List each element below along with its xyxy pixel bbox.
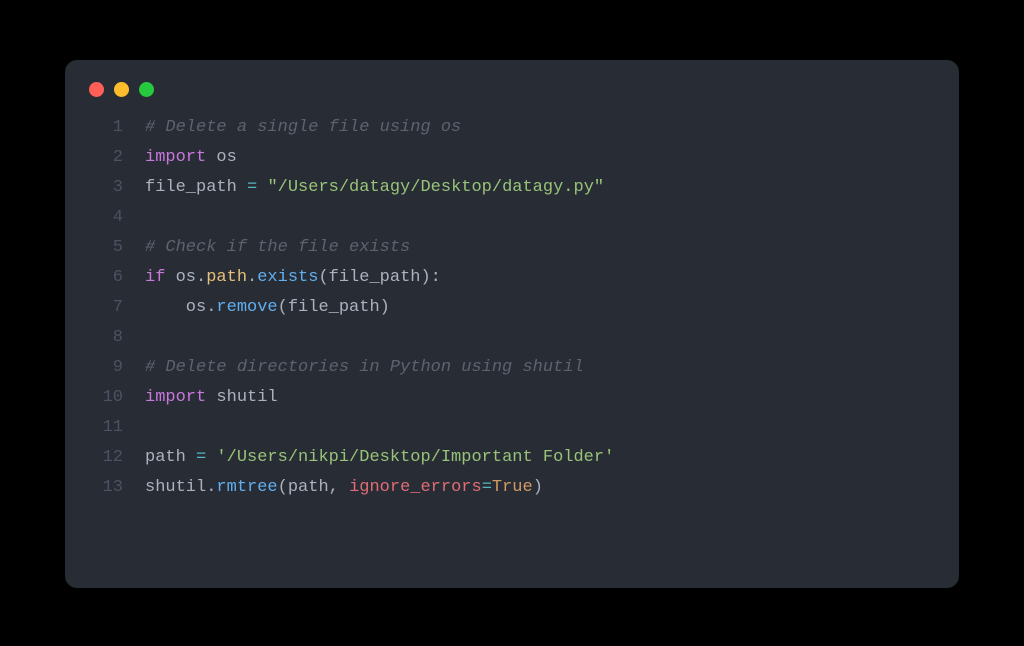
code-token: shutil bbox=[216, 388, 277, 407]
code-token: remove bbox=[216, 298, 277, 317]
code-token: . bbox=[247, 268, 257, 287]
code-token: rmtree bbox=[216, 478, 277, 497]
code-token: ( bbox=[278, 478, 288, 497]
code-line: 13shutil.rmtree(path, ignore_errors=True… bbox=[65, 473, 959, 503]
code-token bbox=[206, 448, 216, 467]
code-token: . bbox=[206, 298, 216, 317]
code-token: ignore_errors bbox=[349, 478, 482, 497]
code-token: import bbox=[145, 148, 206, 167]
code-token: # Delete directories in Python using shu… bbox=[145, 358, 584, 377]
maximize-icon[interactable] bbox=[139, 82, 154, 97]
line-number: 8 bbox=[65, 323, 145, 353]
code-line: 6if os.path.exists(file_path): bbox=[65, 263, 959, 293]
code-token: path bbox=[145, 448, 196, 467]
code-token bbox=[206, 388, 216, 407]
code-token: # Check if the file exists bbox=[145, 238, 410, 257]
code-line: 10import shutil bbox=[65, 383, 959, 413]
code-content bbox=[145, 413, 959, 443]
code-line: 4 bbox=[65, 203, 959, 233]
line-number: 12 bbox=[65, 443, 145, 473]
code-line: 7 os.remove(file_path) bbox=[65, 293, 959, 323]
code-token: ) bbox=[380, 298, 390, 317]
line-number: 10 bbox=[65, 383, 145, 413]
line-number: 9 bbox=[65, 353, 145, 383]
code-token: "/Users/datagy/Desktop/datagy.py" bbox=[267, 178, 604, 197]
code-token: file_path bbox=[145, 178, 247, 197]
code-token: ) bbox=[533, 478, 543, 497]
code-token: . bbox=[206, 478, 216, 497]
code-token: # Delete a single file using os bbox=[145, 118, 461, 137]
code-content: shutil.rmtree(path, ignore_errors=True) bbox=[145, 473, 959, 503]
code-token: path bbox=[288, 478, 329, 497]
code-content bbox=[145, 323, 959, 353]
code-line: 9# Delete directories in Python using sh… bbox=[65, 353, 959, 383]
code-content: import shutil bbox=[145, 383, 959, 413]
code-token: ): bbox=[420, 268, 440, 287]
code-editor[interactable]: 1# Delete a single file using os2import … bbox=[65, 109, 959, 503]
code-window: 1# Delete a single file using os2import … bbox=[65, 60, 959, 588]
code-token: os bbox=[165, 268, 196, 287]
code-token: path bbox=[206, 268, 247, 287]
code-token bbox=[206, 148, 216, 167]
code-token: = bbox=[247, 178, 257, 197]
code-content: if os.path.exists(file_path): bbox=[145, 263, 959, 293]
line-number: 11 bbox=[65, 413, 145, 443]
line-number: 4 bbox=[65, 203, 145, 233]
code-token: shutil bbox=[145, 478, 206, 497]
code-token: = bbox=[196, 448, 206, 467]
code-line: 1# Delete a single file using os bbox=[65, 113, 959, 143]
code-token: = bbox=[482, 478, 492, 497]
code-content: path = '/Users/nikpi/Desktop/Important F… bbox=[145, 443, 959, 473]
line-number: 3 bbox=[65, 173, 145, 203]
minimize-icon[interactable] bbox=[114, 82, 129, 97]
code-content: # Delete directories in Python using shu… bbox=[145, 353, 959, 383]
code-token: import bbox=[145, 388, 206, 407]
code-line: 5# Check if the file exists bbox=[65, 233, 959, 263]
code-token: file_path bbox=[329, 268, 421, 287]
code-token: os bbox=[216, 148, 236, 167]
line-number: 1 bbox=[65, 113, 145, 143]
code-token: ( bbox=[278, 298, 288, 317]
close-icon[interactable] bbox=[89, 82, 104, 97]
code-token: file_path bbox=[288, 298, 380, 317]
code-content: file_path = "/Users/datagy/Desktop/datag… bbox=[145, 173, 959, 203]
code-token: if bbox=[145, 268, 165, 287]
code-token: '/Users/nikpi/Desktop/Important Folder' bbox=[216, 448, 614, 467]
code-token: , bbox=[329, 478, 349, 497]
code-content: # Check if the file exists bbox=[145, 233, 959, 263]
code-line: 2import os bbox=[65, 143, 959, 173]
code-token: ( bbox=[318, 268, 328, 287]
code-line: 8 bbox=[65, 323, 959, 353]
code-content: # Delete a single file using os bbox=[145, 113, 959, 143]
line-number: 7 bbox=[65, 293, 145, 323]
window-titlebar bbox=[65, 60, 959, 109]
line-number: 5 bbox=[65, 233, 145, 263]
code-content bbox=[145, 203, 959, 233]
line-number: 6 bbox=[65, 263, 145, 293]
line-number: 2 bbox=[65, 143, 145, 173]
code-token: True bbox=[492, 478, 533, 497]
code-token: os bbox=[145, 298, 206, 317]
line-number: 13 bbox=[65, 473, 145, 503]
code-content: os.remove(file_path) bbox=[145, 293, 959, 323]
code-content: import os bbox=[145, 143, 959, 173]
code-token bbox=[257, 178, 267, 197]
code-token: exists bbox=[257, 268, 318, 287]
code-token: . bbox=[196, 268, 206, 287]
code-line: 11 bbox=[65, 413, 959, 443]
code-line: 12path = '/Users/nikpi/Desktop/Important… bbox=[65, 443, 959, 473]
code-line: 3file_path = "/Users/datagy/Desktop/data… bbox=[65, 173, 959, 203]
